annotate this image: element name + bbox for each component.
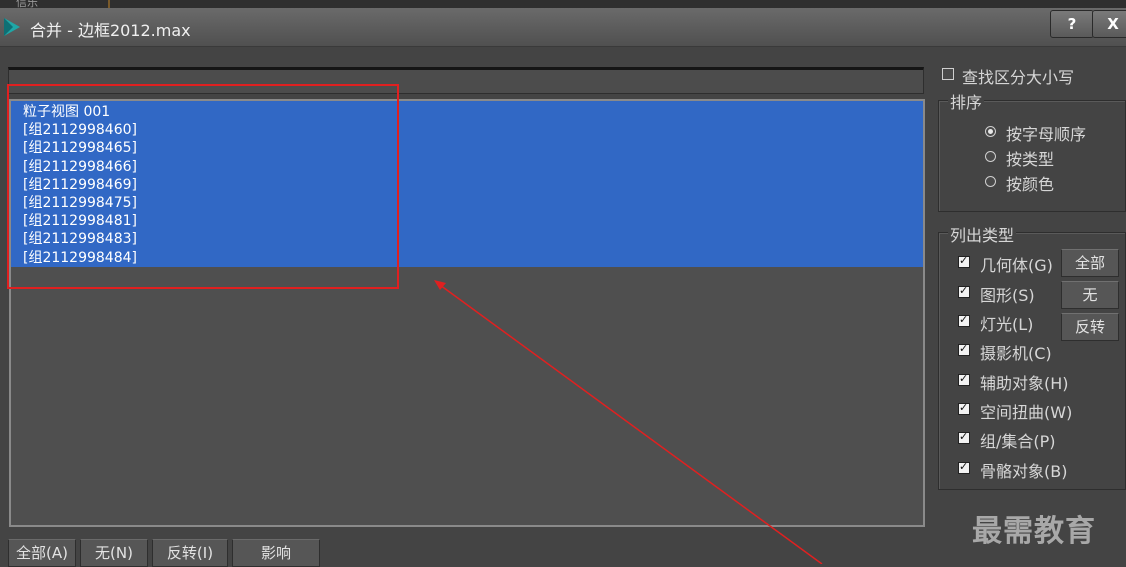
watermark-logo: 最需教育 [972,514,1096,549]
types-invert-button[interactable]: 反转 [1061,313,1119,341]
sort-alphabetical-radio[interactable] [985,126,996,137]
case-sensitive-checkbox[interactable] [942,68,954,80]
bones-checkbox[interactable] [958,460,970,474]
bones-label: 骨骼对象(B) [980,462,1068,481]
case-sensitive-label: 查找区分大小写 [962,68,1075,87]
helpers-label: 辅助对象(H) [980,374,1069,393]
space-warps-label: 空间扭曲(W) [980,403,1073,422]
types-all-button[interactable]: 全部 [1061,249,1119,277]
groups-checkbox[interactable] [958,430,970,444]
types-none-button[interactable]: 无 [1061,281,1119,309]
space-warps-checkbox[interactable] [958,401,970,415]
sort-by-type-radio[interactable] [985,151,996,162]
shapes-checkbox[interactable] [958,284,970,298]
geometry-checkbox[interactable] [958,254,970,268]
list-types-group-title: 列出类型 [948,222,1017,246]
cameras-checkbox[interactable] [958,342,970,356]
cameras-label: 摄影机(C) [980,344,1052,363]
select-none-button[interactable]: 无(N) [80,539,148,567]
sort-by-color-label: 按颜色 [1006,175,1055,194]
lights-label: 灯光(L) [980,315,1034,334]
lights-checkbox[interactable] [958,313,970,327]
groups-label: 组/集合(P) [980,432,1056,451]
influence-button[interactable]: 影响 [232,539,320,567]
select-all-button[interactable]: 全部(A) [8,539,76,567]
sort-alphabetical-label: 按字母顺序 [1006,125,1087,144]
shapes-label: 图形(S) [980,286,1035,305]
sort-by-type-label: 按类型 [1006,150,1055,169]
geometry-label: 几何体(G) [980,256,1053,275]
sort-group-title: 排序 [948,89,985,113]
sort-by-color-radio[interactable] [985,176,996,187]
helpers-checkbox[interactable] [958,372,970,386]
invert-selection-button[interactable]: 反转(I) [152,539,228,567]
